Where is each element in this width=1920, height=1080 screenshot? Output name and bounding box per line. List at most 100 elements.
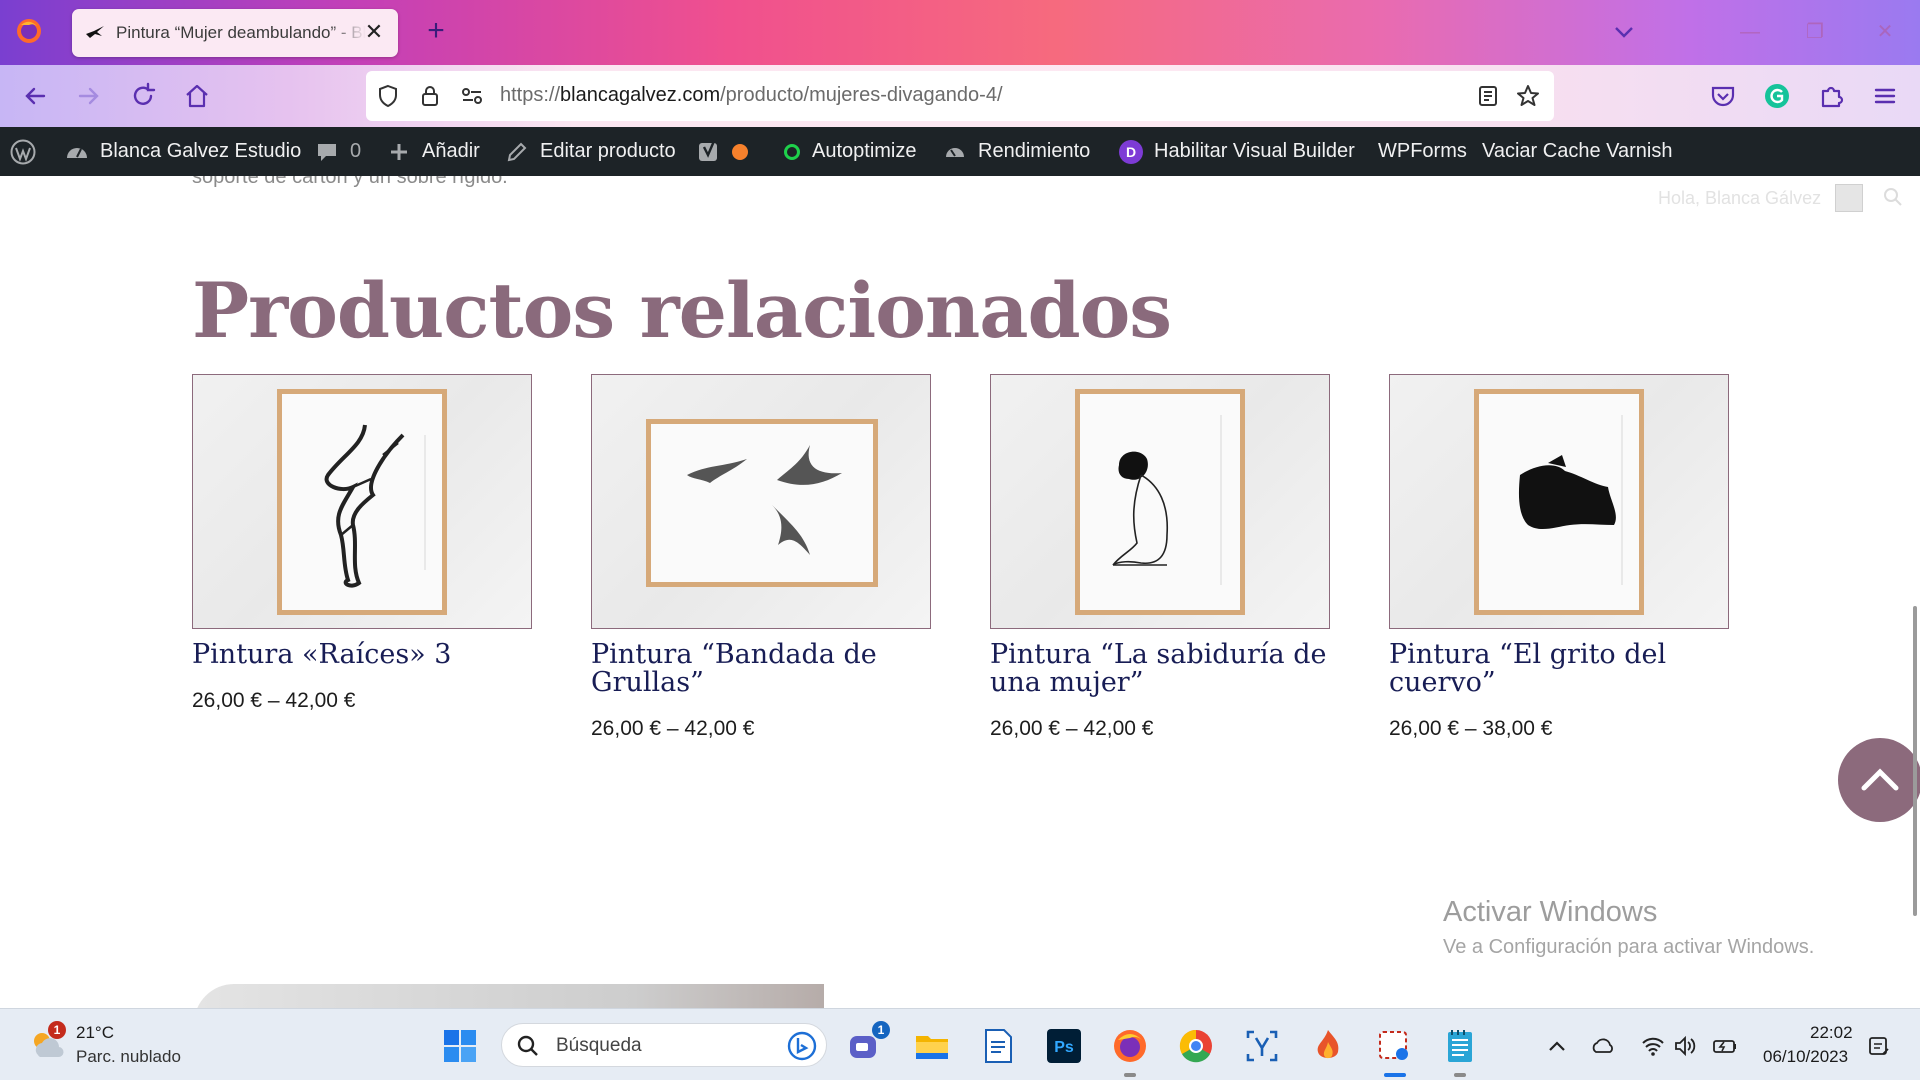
wifi-icon[interactable] xyxy=(1640,1033,1666,1059)
edit-product-label: Editar producto xyxy=(540,140,676,162)
url-text[interactable]: https://blancagalvez.com/producto/mujere… xyxy=(500,84,1003,107)
footer-image-strip xyxy=(194,984,824,1008)
page-content: soporte de cartón y un sobre rígido. Hol… xyxy=(0,176,1920,1008)
autoptimize-menu[interactable]: Autoptimize xyxy=(784,127,917,176)
search-icon[interactable] xyxy=(1882,186,1904,208)
visual-builder-link[interactable]: D Habilitar Visual Builder xyxy=(1118,127,1355,176)
dashboard-gauge-icon xyxy=(67,147,87,158)
product-price: 26,00 € – 42,00 € xyxy=(990,717,1154,740)
volume-icon[interactable] xyxy=(1672,1033,1698,1059)
tab-close-button[interactable]: ✕ xyxy=(362,21,386,45)
flame-app-icon[interactable] xyxy=(1308,1026,1348,1066)
minimize-icon[interactable]: ― xyxy=(1735,18,1765,46)
back-icon[interactable] xyxy=(20,81,50,111)
product-price: 26,00 € – 42,00 € xyxy=(192,689,356,712)
clock-date[interactable]: 06/10/2023 xyxy=(1763,1047,1848,1067)
product-image[interactable] xyxy=(990,374,1330,629)
wpforms-menu[interactable]: WPForms xyxy=(1378,127,1467,176)
notepad-icon[interactable] xyxy=(1440,1026,1480,1066)
new-tab-button[interactable]: + xyxy=(420,16,452,48)
roots-drawing-icon xyxy=(277,389,447,615)
site-name: Blanca Galvez Estudio xyxy=(100,140,302,162)
bird-favicon-icon xyxy=(86,26,104,38)
notifications-icon[interactable] xyxy=(1866,1033,1892,1059)
forward-icon[interactable] xyxy=(74,81,104,111)
windows-taskbar: 1 21°C Parc. nublado Búsqueda 1 Ps 22:02… xyxy=(0,1008,1920,1080)
product-image[interactable] xyxy=(591,374,931,629)
onedrive-cloud-icon[interactable] xyxy=(1590,1033,1616,1059)
autoptimize-label: Autoptimize xyxy=(812,140,917,162)
active-tab[interactable]: Pintura “Mujer deambulando” - Blanca Gál… xyxy=(72,9,398,57)
battery-charging-icon[interactable] xyxy=(1712,1033,1738,1059)
photoshop-icon[interactable]: Ps xyxy=(1044,1026,1084,1066)
paint-snip-icon[interactable] xyxy=(1374,1026,1414,1066)
product-title[interactable]: Pintura “El grito del cuervo” xyxy=(1389,641,1729,697)
plus-icon xyxy=(391,143,407,160)
cranes-drawing-icon xyxy=(646,419,878,587)
site-name-menu[interactable]: Blanca Galvez Estudio xyxy=(64,127,301,176)
page-scrollbar[interactable] xyxy=(1913,606,1917,916)
clock-time[interactable]: 22:02 xyxy=(1810,1023,1853,1043)
edit-product-link[interactable]: Editar producto xyxy=(504,127,676,176)
seo-score-dot xyxy=(732,143,748,160)
performance-label: Rendimiento xyxy=(978,140,1091,162)
kneeling-woman-drawing-icon xyxy=(1075,389,1245,615)
url-path: /producto/mujeres-divagando-4/ xyxy=(720,84,1003,106)
chevron-up-icon[interactable] xyxy=(1544,1033,1570,1059)
snipping-tool-icon[interactable] xyxy=(1242,1026,1282,1066)
file-explorer-icon[interactable] xyxy=(912,1026,952,1066)
url-host: blancagalvez.com xyxy=(560,84,721,106)
product-card: Pintura “La sabiduría de una mujer” 26,0… xyxy=(990,374,1330,741)
scroll-to-top-button[interactable] xyxy=(1838,738,1920,822)
pencil-icon xyxy=(507,142,527,161)
user-greeting[interactable]: Hola, Blanca Gálvez xyxy=(1658,188,1821,209)
shield-icon[interactable] xyxy=(376,84,400,108)
firefox-icon[interactable] xyxy=(1110,1026,1150,1066)
product-title[interactable]: Pintura “La sabiduría de una mujer” xyxy=(990,641,1330,697)
tab-title: Pintura “Mujer deambulando” - Blanca Gál… xyxy=(116,23,366,42)
related-products-heading: Productos relacionados xyxy=(192,266,1172,355)
windows-start-icon[interactable] xyxy=(440,1026,480,1066)
firefox-menu-icon[interactable] xyxy=(14,16,44,46)
teams-notification-badge: 1 xyxy=(872,1021,890,1039)
restore-icon[interactable]: ❐ xyxy=(1800,18,1830,46)
avatar[interactable] xyxy=(1835,184,1863,212)
lock-icon[interactable] xyxy=(418,84,442,108)
varnish-cache-link[interactable]: Vaciar Cache Varnish xyxy=(1482,127,1672,176)
hamburger-menu-icon[interactable] xyxy=(1870,81,1900,111)
grammarly-icon[interactable] xyxy=(1762,81,1792,111)
pocket-icon[interactable] xyxy=(1708,81,1738,111)
home-icon[interactable] xyxy=(182,81,212,111)
close-window-icon[interactable]: ✕ xyxy=(1870,18,1900,46)
chrome-icon[interactable] xyxy=(1176,1026,1216,1066)
product-title[interactable]: Pintura «Raíces» 3 xyxy=(192,641,532,669)
notepad-running-indicator xyxy=(1454,1073,1466,1077)
comments-menu[interactable]: 0 xyxy=(314,127,361,176)
permissions-icon[interactable] xyxy=(460,84,484,108)
extensions-icon[interactable] xyxy=(1816,81,1846,111)
reader-view-icon[interactable] xyxy=(1476,84,1500,108)
browser-tab-bar: Pintura “Mujer deambulando” - Blanca Gál… xyxy=(0,0,1920,65)
notepad-document-icon[interactable] xyxy=(978,1026,1018,1066)
url-bar[interactable]: https://blancagalvez.com/producto/mujere… xyxy=(366,71,1554,121)
add-new-menu[interactable]: Añadir xyxy=(386,127,480,176)
wordpress-logo-menu[interactable] xyxy=(10,127,46,176)
bing-icon[interactable] xyxy=(786,1030,818,1062)
taskbar-search-box[interactable]: Búsqueda xyxy=(501,1023,827,1067)
wpforms-label: WPForms xyxy=(1378,140,1467,162)
autoptimize-status-icon xyxy=(784,143,800,160)
bookmark-star-icon[interactable] xyxy=(1516,84,1540,108)
chevron-down-icon[interactable] xyxy=(1610,18,1638,46)
weather-description[interactable]: Parc. nublado xyxy=(76,1047,181,1067)
product-price: 26,00 € – 42,00 € xyxy=(591,717,755,740)
reload-icon[interactable] xyxy=(128,81,158,111)
product-title[interactable]: Pintura “Bandada de Grullas” xyxy=(591,641,931,697)
product-image[interactable] xyxy=(1389,374,1729,629)
weather-temperature[interactable]: 21°C xyxy=(76,1023,114,1043)
add-new-label: Añadir xyxy=(422,140,480,162)
product-card: Pintura “Bandada de Grullas” 26,00 € – 4… xyxy=(591,374,931,741)
yoast-seo-menu[interactable] xyxy=(696,127,748,176)
product-image[interactable] xyxy=(192,374,532,629)
performance-menu[interactable]: Rendimiento xyxy=(942,127,1090,176)
divi-icon: D xyxy=(1119,139,1143,164)
